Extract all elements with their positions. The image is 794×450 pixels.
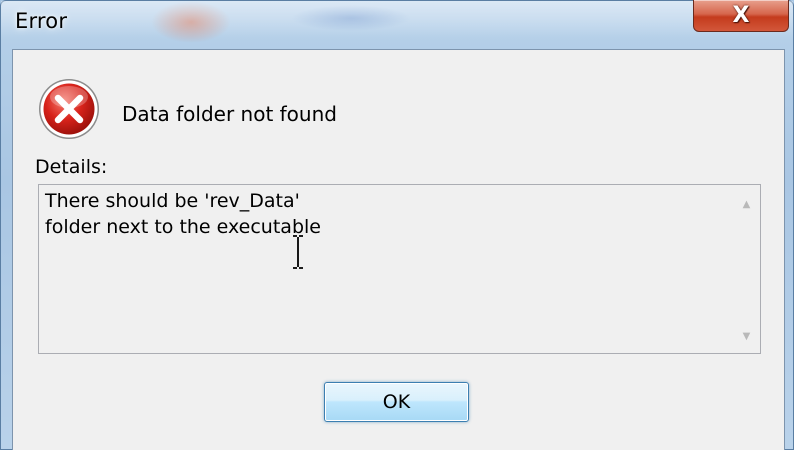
scroll-down-icon[interactable]: ▼ [733, 325, 760, 347]
text-cursor-icon [293, 235, 303, 269]
details-textarea[interactable]: There should be 'rev_Data' folder next t… [38, 184, 761, 354]
error-message: Data folder not found [122, 102, 337, 126]
details-text[interactable]: There should be 'rev_Data' folder next t… [45, 188, 725, 240]
details-line: There should be 'rev_Data' [45, 190, 300, 212]
dialog-window: Error X Data folder not found Details: T… [0, 0, 794, 450]
dialog-client-area: Data folder not found Details: There sho… [12, 49, 785, 450]
window-title: Error [15, 9, 68, 33]
close-button[interactable]: X [693, 0, 789, 32]
error-icon [39, 79, 99, 139]
vertical-scrollbar[interactable]: ▲ ▼ [733, 185, 760, 353]
details-label: Details: [35, 156, 108, 178]
title-bar-highlight [1, 1, 793, 41]
details-line: folder next to the executable [45, 216, 321, 238]
close-icon: X [732, 2, 750, 28]
ok-button[interactable]: OK [324, 382, 469, 422]
scroll-up-icon[interactable]: ▲ [733, 193, 760, 215]
